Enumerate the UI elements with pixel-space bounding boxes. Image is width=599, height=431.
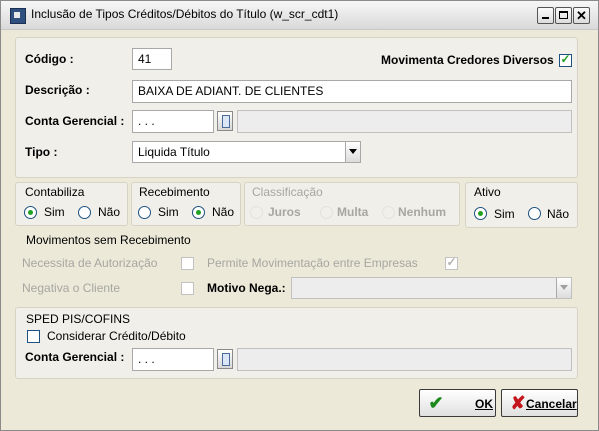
classificacao-juros-label: Juros — [268, 205, 301, 219]
recebimento-nao-label: Não — [212, 205, 235, 219]
tipo-select[interactable]: Liquida Título — [132, 141, 361, 163]
conta-gerencial-field[interactable]: . . . — [132, 110, 214, 133]
motivo-select — [291, 277, 572, 299]
cancel-button-label: Cancelar — [526, 397, 577, 411]
chevron-down-icon — [556, 278, 571, 298]
sped-conta-description — [237, 348, 572, 371]
permite-label: Permite Movimentação entre Empresas — [207, 256, 418, 270]
contabiliza-sim-label: Sim — [44, 205, 65, 219]
contabiliza-label: Contabiliza — [25, 185, 85, 199]
title-bar[interactable]: Inclusão de Tipos Créditos/Débitos do Tí… — [1, 1, 598, 30]
descricao-label: Descrição : — [25, 83, 90, 97]
sped-label: SPED PIS/COFINS — [26, 312, 131, 326]
ativo-label: Ativo — [474, 185, 501, 199]
maximize-button[interactable] — [555, 7, 572, 24]
classificacao-label: Classificação — [252, 185, 323, 199]
negativa-label: Negativa o Cliente — [22, 281, 121, 295]
classificacao-nenhum-label: Nenhum — [398, 205, 446, 219]
classificacao-multa-radio — [320, 206, 333, 219]
recebimento-label: Recebimento — [139, 185, 210, 199]
negativa-checkbox[interactable] — [181, 282, 194, 295]
permite-checkbox — [445, 255, 458, 270]
window-title: Inclusão de Tipos Créditos/Débitos do Tí… — [31, 7, 339, 21]
movimenta-label: Movimenta Credores Diversos — [381, 53, 554, 67]
ok-button-label: OK — [475, 397, 493, 411]
recebimento-sim-label: Sim — [158, 205, 179, 219]
cancel-button[interactable]: ✘ Cancelar — [501, 389, 578, 417]
necessita-label: Necessita de Autorização — [22, 256, 158, 270]
dialog-body: Código : 41 Movimenta Credores Diversos … — [2, 30, 598, 430]
ativo-nao-radio[interactable] — [528, 207, 541, 220]
ok-button[interactable]: ✔ OK — [419, 389, 496, 417]
ativo-nao-label: Não — [547, 207, 570, 221]
recebimento-nao-radio[interactable] — [192, 206, 205, 219]
conta-gerencial-description — [237, 110, 572, 133]
descricao-field[interactable]: BAIXA DE ADIANT. DE CLIENTES — [132, 80, 572, 103]
conta-lookup-button[interactable] — [217, 111, 233, 131]
contabiliza-nao-label: Não — [98, 205, 121, 219]
sped-conta-field[interactable]: . . . — [132, 348, 214, 371]
minimize-button[interactable] — [537, 7, 554, 24]
recebimento-sim-radio[interactable] — [138, 206, 151, 219]
classificacao-nenhum-radio — [382, 206, 395, 219]
codigo-field[interactable]: 41 — [132, 48, 172, 70]
movimenta-checkbox[interactable] — [559, 52, 572, 67]
contabiliza-sim-radio[interactable] — [24, 206, 37, 219]
classificacao-multa-label: Multa — [337, 205, 369, 219]
considerar-checkbox[interactable] — [27, 330, 40, 343]
conta-gerencial-label: Conta Gerencial : — [25, 114, 125, 128]
considerar-label: Considerar Crédito/Débito — [47, 329, 186, 343]
contabiliza-nao-radio[interactable] — [78, 206, 91, 219]
tipo-label: Tipo : — [25, 145, 58, 159]
cancel-x-icon: ✘ — [510, 393, 526, 413]
sped-conta-label: Conta Gerencial : — [25, 350, 125, 364]
app-icon — [10, 8, 26, 24]
maximize-icon — [559, 11, 568, 19]
sped-conta-lookup-button[interactable] — [217, 349, 233, 369]
dialog-window: Inclusão de Tipos Créditos/Débitos do Tí… — [0, 0, 599, 431]
tipo-value: Liquida Título — [138, 145, 210, 159]
movimentos-label: Movimentos sem Recebimento — [26, 233, 191, 247]
check-icon: ✔ — [428, 393, 444, 413]
codigo-label: Código : — [25, 52, 74, 66]
chevron-down-icon[interactable] — [345, 142, 360, 162]
ativo-sim-radio[interactable] — [474, 207, 487, 220]
close-icon: ✕ — [576, 8, 587, 23]
ativo-sim-label: Sim — [494, 207, 515, 221]
necessita-checkbox — [181, 257, 194, 270]
close-button[interactable]: ✕ — [573, 7, 590, 24]
classificacao-juros-radio — [250, 206, 263, 219]
minimize-icon — [542, 17, 549, 19]
motivo-label: Motivo Nega.: — [207, 281, 286, 295]
